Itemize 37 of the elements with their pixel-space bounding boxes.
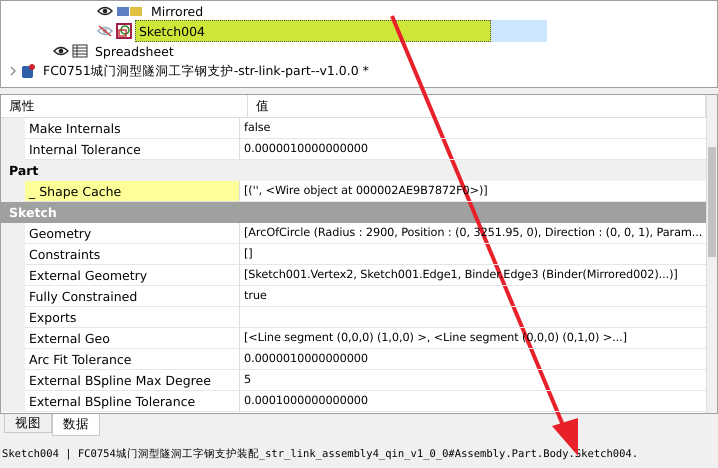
property-row[interactable]: Arc Fit Tolerance 0.0000010000000000 <box>1 349 706 370</box>
property-name[interactable]: _ Shape Cache <box>25 181 240 202</box>
status-text: Sketch004 | FC0754城门洞型隧洞工字钢支护装配_str_link_assembly4_qin_v1_0_0#Assembly.Part.Body.Sketch004. <box>2 447 638 461</box>
crossed-eye-icon[interactable] <box>97 25 113 37</box>
tab[interactable]: 数据 <box>52 414 100 436</box>
part-icon <box>20 63 36 79</box>
spreadsheet-icon <box>72 44 88 58</box>
property-row[interactable]: External BSpline Max Degree 5 <box>1 370 706 391</box>
property-name[interactable]: Exports <box>25 307 240 328</box>
column-header[interactable]: 属性 <box>1 95 248 117</box>
property-name[interactable]: Make Internals <box>25 118 240 139</box>
property-name[interactable]: Internal Tolerance <box>25 139 240 160</box>
property-name[interactable]: Constraints <box>25 244 240 265</box>
property-name[interactable]: Arc Fit Tolerance <box>25 349 240 370</box>
property-name[interactable]: External Geo <box>25 328 240 349</box>
property-name[interactable]: External BSpline Tolerance <box>25 391 240 412</box>
property-row[interactable]: Make Internals false <box>1 118 706 139</box>
tab[interactable]: 视图 <box>4 414 52 433</box>
property-row[interactable]: Exports <box>1 307 706 328</box>
sketch-icon <box>116 23 132 39</box>
mirror-icon <box>116 5 144 17</box>
property-row[interactable]: Constraints [] <box>1 244 706 265</box>
property-name[interactable]: External BSpline Max Degree <box>25 370 240 391</box>
property-name[interactable]: Fully Constrained <box>25 286 240 307</box>
tree-item[interactable]: Mirrored <box>147 1 208 22</box>
eye-icon[interactable] <box>97 5 113 17</box>
eye-icon[interactable] <box>53 45 69 57</box>
property-row[interactable]: External BSpline Tolerance 0.0001000000000000 <box>1 391 706 412</box>
property-name[interactable]: Geometry <box>25 223 240 244</box>
tree-item[interactable]: FC0751城门洞型隧洞工字钢支护-str-link-part--v1.0.0 * <box>39 60 373 82</box>
property-row[interactable]: Internal Tolerance 0.0000010000000000 <box>1 139 706 160</box>
scrollbar[interactable] <box>706 95 717 413</box>
property-row[interactable]: Fully Constrained true <box>1 286 706 307</box>
property-name[interactable]: External Geometry <box>25 265 240 286</box>
property-value[interactable]: 0.0001000000000000 <box>240 391 706 412</box>
property-group[interactable]: Part <box>1 160 706 181</box>
tree-item[interactable]: Spreadsheet <box>91 40 178 62</box>
